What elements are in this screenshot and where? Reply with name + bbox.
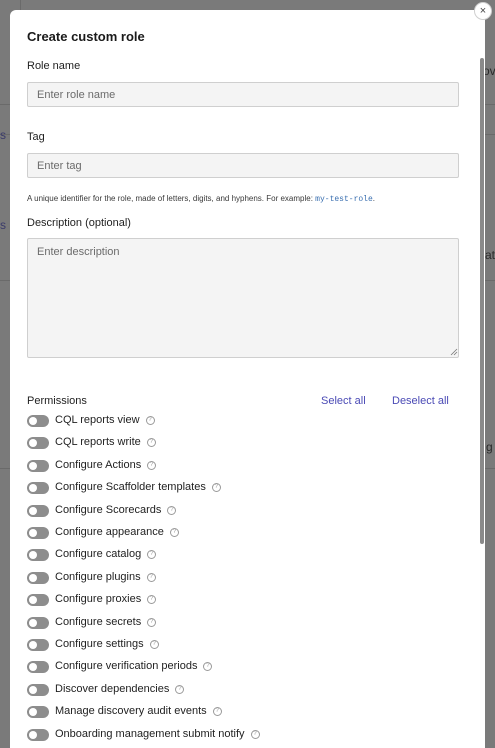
permission-label-text: Configure settings bbox=[55, 638, 144, 650]
permission-label-text: CQL reports view bbox=[55, 414, 140, 426]
bg-text-fragment: at bbox=[485, 248, 495, 262]
permission-label-text: Onboarding management submit notify bbox=[55, 727, 245, 740]
select-all-button[interactable]: Select all bbox=[321, 395, 366, 407]
permission-label-text: Configure secrets bbox=[55, 615, 142, 628]
question-circle-icon[interactable]: ? bbox=[147, 460, 157, 470]
bg-text-fragment: s bbox=[0, 128, 6, 142]
permission-label: Configure plugins? bbox=[55, 571, 156, 583]
permission-label-text: Configure proxies bbox=[55, 593, 142, 606]
toggle-knob bbox=[29, 708, 37, 717]
question-circle-icon[interactable]: ? bbox=[146, 572, 156, 582]
question-circle-icon[interactable]: ? bbox=[250, 729, 260, 739]
tag-input[interactable] bbox=[27, 153, 459, 178]
toggle-knob bbox=[29, 663, 37, 672]
permission-toggle[interactable] bbox=[27, 415, 49, 427]
deselect-all-button[interactable]: Deselect all bbox=[392, 395, 449, 407]
permission-label: Manage discovery audit events? bbox=[55, 705, 222, 717]
permission-label: Configure verification periods? bbox=[55, 660, 213, 673]
permission-label: Configure proxies? bbox=[55, 593, 157, 606]
toggle-knob bbox=[29, 618, 37, 627]
question-circle-icon[interactable]: ? bbox=[211, 483, 221, 493]
permission-label: Configure catalog? bbox=[55, 548, 157, 561]
permission-label: CQL reports view? bbox=[55, 414, 155, 426]
tag-example-code: my-test-role bbox=[315, 195, 373, 204]
permissions-heading: Permissions bbox=[27, 395, 87, 407]
permission-label: Configure Actions? bbox=[55, 458, 157, 471]
question-circle-icon[interactable]: ? bbox=[167, 505, 177, 515]
modal-scrollbar[interactable] bbox=[480, 58, 484, 544]
permission-toggle[interactable] bbox=[27, 616, 49, 629]
permission-label-text: Configure Scaffolder templates bbox=[55, 481, 206, 494]
toggle-knob bbox=[29, 573, 37, 582]
close-icon: × bbox=[479, 5, 487, 17]
close-button[interactable]: × bbox=[474, 2, 492, 20]
permission-toggle[interactable] bbox=[27, 527, 49, 539]
permission-label: Configure Scaffolder templates? bbox=[55, 481, 221, 493]
tag-label: Tag bbox=[27, 131, 45, 143]
question-circle-icon[interactable]: ? bbox=[145, 416, 155, 425]
question-circle-icon[interactable]: ? bbox=[146, 438, 156, 448]
dialog-title: Create custom role bbox=[27, 29, 145, 44]
permission-label-text: CQL reports write bbox=[55, 436, 141, 449]
description-label: Description (optional) bbox=[27, 217, 131, 229]
permission-toggle[interactable] bbox=[27, 661, 49, 674]
permission-label-text: Configure Actions bbox=[55, 458, 142, 471]
toggle-knob bbox=[29, 529, 37, 537]
permission-toggle[interactable] bbox=[27, 639, 49, 651]
permission-toggle[interactable] bbox=[27, 571, 49, 584]
permission-toggle[interactable] bbox=[27, 549, 49, 562]
create-role-dialog: Create custom role Role name Tag A uniqu… bbox=[10, 10, 485, 748]
permission-toggle[interactable] bbox=[27, 683, 49, 696]
role-name-input[interactable] bbox=[27, 82, 459, 107]
resize-handle-icon[interactable] bbox=[450, 348, 458, 356]
toggle-knob bbox=[29, 685, 37, 694]
permission-toggle[interactable] bbox=[27, 594, 49, 607]
tag-help-text: A unique identifier for the role, made o… bbox=[27, 194, 375, 204]
question-circle-icon[interactable]: ? bbox=[147, 617, 157, 627]
toggle-knob bbox=[29, 596, 37, 605]
permission-toggle[interactable] bbox=[27, 504, 49, 517]
permission-label-text: Configure plugins bbox=[55, 570, 141, 583]
permission-toggle[interactable] bbox=[27, 459, 49, 472]
bg-text-fragment: s bbox=[0, 218, 6, 232]
permission-label-text: Configure verification periods bbox=[55, 660, 198, 673]
permission-label: Configure Scorecards? bbox=[55, 503, 177, 516]
tag-help-body: A unique identifier for the role, made o… bbox=[27, 194, 316, 203]
role-name-label: Role name bbox=[27, 60, 81, 72]
question-circle-icon[interactable]: ? bbox=[203, 662, 213, 672]
permission-label: CQL reports write? bbox=[55, 436, 156, 448]
question-circle-icon[interactable]: ? bbox=[212, 707, 222, 717]
permission-label: Discover dependencies? bbox=[55, 682, 185, 695]
question-circle-icon[interactable]: ? bbox=[149, 640, 159, 649]
toggle-knob bbox=[29, 484, 37, 493]
question-circle-icon[interactable]: ? bbox=[175, 684, 185, 694]
permission-label: Configure appearance? bbox=[55, 526, 179, 538]
permission-toggle[interactable] bbox=[27, 706, 49, 719]
bg-text-fragment: g bbox=[486, 440, 493, 454]
permission-label: Onboarding management submit notify? bbox=[55, 728, 260, 740]
question-circle-icon[interactable]: ? bbox=[147, 550, 157, 560]
permission-label: Configure settings? bbox=[55, 638, 159, 650]
toggle-knob bbox=[29, 641, 37, 649]
question-circle-icon[interactable]: ? bbox=[169, 528, 179, 537]
question-circle-icon[interactable]: ? bbox=[147, 595, 157, 605]
toggle-knob bbox=[29, 439, 37, 448]
permission-label-text: Manage discovery audit events bbox=[55, 705, 207, 718]
permission-label-text: Configure catalog bbox=[55, 548, 142, 561]
toggle-knob bbox=[29, 730, 37, 739]
permission-label-text: Discover dependencies bbox=[55, 682, 170, 695]
toggle-knob bbox=[29, 551, 37, 560]
permission-label: Configure secrets? bbox=[55, 615, 157, 628]
permission-label-text: Configure Scorecards bbox=[55, 503, 162, 516]
permission-label-text: Configure appearance bbox=[55, 526, 164, 538]
tag-help-suffix: . bbox=[372, 194, 376, 203]
permission-toggle[interactable] bbox=[27, 728, 49, 741]
permission-toggle[interactable] bbox=[27, 437, 49, 450]
toggle-knob bbox=[29, 506, 37, 515]
toggle-knob bbox=[29, 461, 37, 470]
description-textarea[interactable] bbox=[27, 238, 459, 358]
permission-toggle[interactable] bbox=[27, 482, 49, 495]
toggle-knob bbox=[29, 417, 37, 425]
